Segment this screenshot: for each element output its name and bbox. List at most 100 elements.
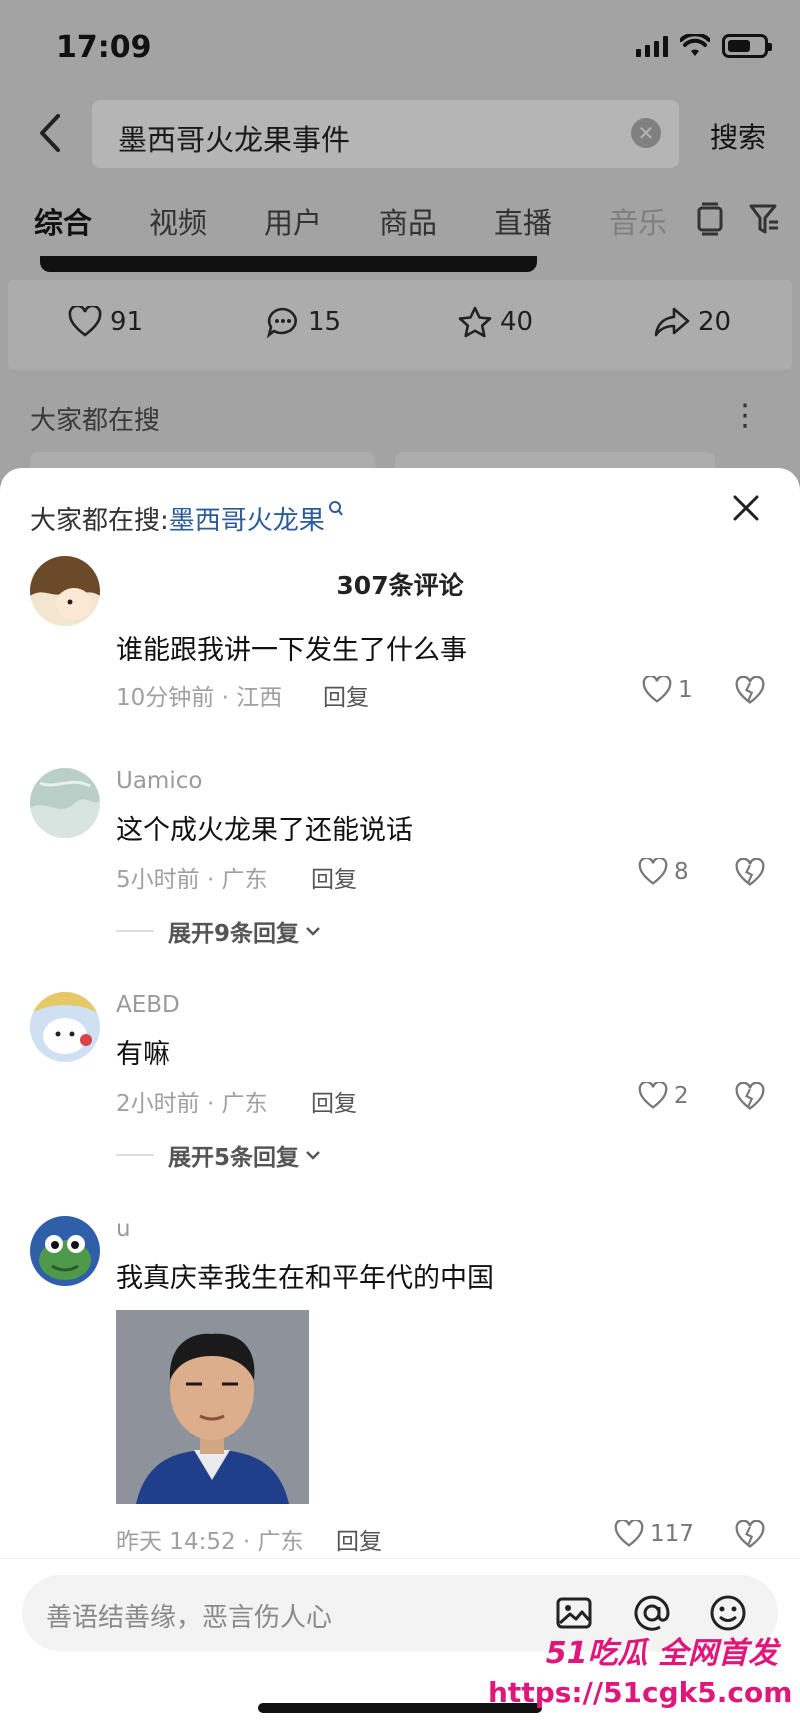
emoji-icon[interactable] — [708, 1593, 748, 1633]
search-icon — [328, 501, 343, 516]
search-row: 墨西哥火龙果事件 ✕ 搜索 — [0, 96, 800, 176]
heart-icon — [614, 1520, 644, 1547]
comment-icon — [266, 307, 297, 338]
divider — [116, 1154, 154, 1156]
category-tabs: 综合 视频 用户 商品 直播 音乐 — [0, 190, 800, 250]
tab-all[interactable]: 综合 — [34, 200, 92, 242]
trending-searches-title: 大家都在搜 — [30, 406, 161, 436]
reply-button[interactable]: 回复 — [336, 1522, 382, 1556]
comment-item: u 我真庆幸我生在和平年代的中国 昨天 14:52 · 广东 回复 117 — [0, 1216, 800, 1556]
status-bar: 17:09 — [0, 0, 800, 96]
dislike-icon[interactable] — [735, 858, 765, 888]
search-button[interactable]: 搜索 — [710, 116, 766, 156]
avatar[interactable] — [30, 1216, 100, 1286]
reply-button[interactable]: 回复 — [311, 1084, 357, 1118]
watermark-url: https://51cgk5.com — [488, 1676, 793, 1709]
heart-icon — [638, 1082, 668, 1109]
comment-input-placeholder: 善语结善缘，恶言伤人心 — [46, 1603, 333, 1633]
image-icon[interactable] — [554, 1593, 594, 1633]
comment-stat[interactable]: 15 — [266, 306, 341, 338]
expand-replies-button[interactable]: 展开5条回复 — [116, 1138, 323, 1172]
expand-replies-button[interactable]: 展开9条回复 — [116, 914, 323, 948]
comment-item: Uamico 这个成火龙果了还能说话 5小时前 · 广东 回复 8 展开9条回复 — [0, 768, 800, 948]
like-count: 91 — [110, 307, 144, 337]
comment-item: 谁能跟我讲一下发生了什么事 10分钟前 · 江西 回复 1 — [0, 556, 800, 718]
filter-icon[interactable] — [748, 202, 780, 236]
avatar[interactable] — [30, 992, 100, 1062]
mention-icon[interactable] — [632, 1593, 672, 1633]
background-page: 17:09 墨西哥火龙果事件 ✕ 搜索 综合 视频 用户 商品 直播 音乐 91… — [0, 0, 800, 492]
signal-icon — [636, 35, 668, 57]
comment-meta: 10分钟前 · 江西 — [116, 685, 283, 711]
more-options-icon[interactable]: ⋮ — [730, 398, 760, 433]
expand-replies-label: 展开5条回复 — [168, 1145, 300, 1171]
heart-icon — [68, 306, 102, 337]
topic-link[interactable]: 墨西哥火龙果 — [169, 506, 325, 536]
tab-video[interactable]: 视频 — [149, 200, 207, 242]
avatar-image — [30, 556, 100, 626]
reply-button[interactable]: 回复 — [323, 678, 369, 712]
portrait-photo — [116, 1310, 309, 1504]
share-count: 20 — [698, 307, 732, 337]
tab-products[interactable]: 商品 — [379, 200, 437, 242]
dislike-icon[interactable] — [735, 1082, 765, 1112]
topic-prefix: 大家都在搜: — [30, 506, 169, 536]
share-icon — [654, 307, 690, 337]
tab-tools — [694, 202, 780, 236]
watermark-brand: 51吃瓜 全网首发 — [545, 1636, 778, 1671]
favorite-count: 40 — [500, 307, 534, 337]
tab-live[interactable]: 直播 — [494, 200, 552, 242]
comment-image[interactable] — [116, 1310, 309, 1504]
like-button[interactable]: 117 — [614, 1520, 694, 1548]
dislike-icon[interactable] — [735, 1520, 765, 1550]
expand-replies-label: 展开9条回复 — [168, 921, 300, 947]
like-button[interactable]: 8 — [638, 858, 689, 886]
like-stat[interactable]: 91 — [68, 306, 143, 338]
avatar-image — [30, 1216, 100, 1286]
video-progress-strip — [40, 256, 537, 272]
like-count: 2 — [674, 1083, 689, 1109]
comment-meta: 昨天 14:52 · 广东 — [116, 1529, 304, 1555]
tab-music[interactable]: 音乐 — [609, 200, 667, 242]
like-button[interactable]: 1 — [642, 676, 693, 704]
heart-icon — [638, 858, 668, 885]
favorite-stat[interactable]: 40 — [458, 306, 533, 338]
like-count: 1 — [678, 677, 693, 703]
divider — [116, 930, 154, 932]
comment-username[interactable]: Uamico — [116, 768, 202, 794]
comment-sheet: 大家都在搜:墨西哥火龙果 307条评论 谁能跟我讲一下发生了什么事 10分钟前 … — [0, 468, 800, 1733]
chevron-down-icon — [306, 927, 320, 936]
comment-text: 有嘛 — [116, 1039, 170, 1070]
wifi-icon — [680, 34, 710, 56]
clear-search-icon[interactable]: ✕ — [631, 118, 661, 148]
star-icon — [458, 306, 492, 338]
like-count: 8 — [674, 859, 689, 885]
comment-text: 这个成火龙果了还能说话 — [116, 815, 413, 846]
back-icon[interactable] — [30, 110, 76, 156]
avatar-image — [30, 992, 100, 1062]
like-count: 117 — [650, 1521, 694, 1547]
comment-username[interactable]: u — [116, 1216, 131, 1242]
close-icon[interactable] — [730, 492, 762, 524]
comment-text: 谁能跟我讲一下发生了什么事 — [116, 635, 467, 666]
avatar-image — [30, 768, 100, 838]
search-input[interactable]: 墨西哥火龙果事件 ✕ — [92, 100, 679, 168]
status-time: 17:09 — [56, 30, 152, 65]
heart-icon — [642, 676, 672, 703]
search-query: 墨西哥火龙果事件 — [118, 123, 351, 157]
like-button[interactable]: 2 — [638, 1082, 689, 1110]
reply-button[interactable]: 回复 — [311, 860, 357, 894]
watermark: 51吃瓜 全网首发 https://51cgk5.com — [488, 1628, 793, 1728]
chevron-down-icon — [306, 1151, 320, 1160]
comment-username[interactable]: AEBD — [116, 992, 180, 1018]
comment-text: 我真庆幸我生在和平年代的中国 — [116, 1263, 494, 1294]
trending-topic[interactable]: 大家都在搜:墨西哥火龙果 — [30, 500, 344, 537]
dislike-icon[interactable] — [735, 676, 765, 706]
avatar[interactable] — [30, 556, 100, 626]
comment-item: AEBD 有嘛 2小时前 · 广东 回复 2 展开5条回复 — [0, 992, 800, 1172]
avatar[interactable] — [30, 768, 100, 838]
share-stat[interactable]: 20 — [654, 306, 731, 338]
tab-users[interactable]: 用户 — [264, 200, 322, 242]
status-icons — [636, 34, 772, 58]
layout-toggle-icon[interactable] — [694, 202, 726, 236]
